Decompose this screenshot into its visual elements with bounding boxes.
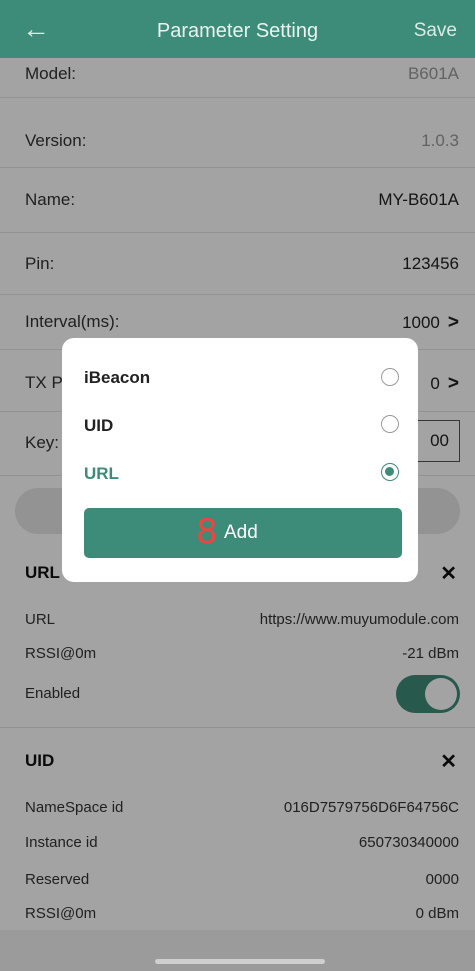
app-header: ← Parameter Setting Save [0,0,475,58]
option-uid-label[interactable]: UID [84,416,113,436]
option-url-label[interactable]: URL [84,464,119,484]
radio-url[interactable] [381,463,399,481]
count-badge: 8 [196,512,218,552]
add-button[interactable]: 8 Add [84,508,402,558]
save-button[interactable]: Save [414,0,457,62]
add-button-label: Add [224,522,258,543]
beacon-type-dialog: iBeacon UID URL 8 Add [62,338,418,582]
home-indicator [155,959,325,964]
radio-ibeacon[interactable] [381,368,399,386]
radio-selected-dot [385,467,394,476]
radio-uid[interactable] [381,415,399,433]
page-title: Parameter Setting [156,20,319,42]
option-ibeacon-label[interactable]: iBeacon [84,368,150,388]
